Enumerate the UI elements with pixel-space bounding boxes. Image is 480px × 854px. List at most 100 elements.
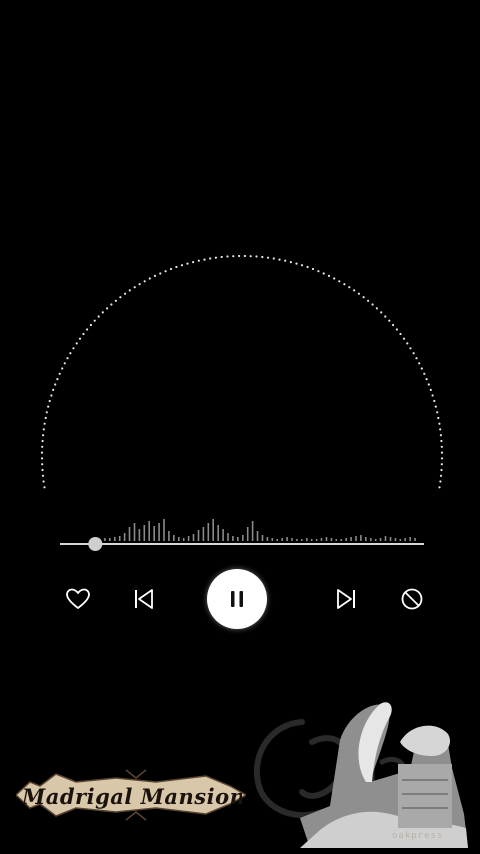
visualizer-dot xyxy=(437,416,440,420)
visualizer-dot xyxy=(41,474,45,477)
visualizer-dot xyxy=(143,280,146,283)
visualizer-dot xyxy=(367,299,370,302)
visualizer-dot xyxy=(380,311,383,314)
visualizer-dot xyxy=(56,378,59,381)
visualizer-dot xyxy=(327,274,331,277)
visualizer-dot xyxy=(261,255,264,259)
visualizer-dot xyxy=(409,347,412,350)
visualizer-dot xyxy=(42,434,45,437)
visualizer-dot xyxy=(425,378,428,381)
visualizer-dot xyxy=(159,272,162,275)
weeping-angel-statue xyxy=(300,702,468,848)
visualizer-dot xyxy=(433,399,436,403)
visualizer-dot xyxy=(423,372,426,375)
watermark-overlay: Madrigal Mansion oakpress xyxy=(0,690,480,854)
visualizer-dot xyxy=(415,357,418,360)
visualizer-dot xyxy=(272,257,275,260)
visualizer-dot xyxy=(289,261,292,264)
visualizer-dot xyxy=(333,277,336,280)
visualizer-dot xyxy=(371,303,374,306)
visualizer-dot xyxy=(438,422,441,425)
visualizer-dot xyxy=(388,319,391,322)
next-button[interactable] xyxy=(326,568,366,630)
visualizer-dot xyxy=(429,388,432,391)
visualizer-dot xyxy=(78,337,82,340)
visualizer-dot xyxy=(43,422,46,425)
visualizer-dot xyxy=(63,362,66,365)
waveform-bars xyxy=(99,519,416,541)
visualizer-dot xyxy=(214,256,217,259)
visualizer-dot xyxy=(101,311,104,314)
visualizer-dot xyxy=(124,292,127,295)
visualizer-dot xyxy=(41,445,44,448)
visualizer-dot xyxy=(44,416,47,420)
visualizer-dot xyxy=(75,342,78,345)
visualizer-dot xyxy=(82,332,85,336)
visualizer-dot xyxy=(375,307,378,310)
visualizer-dot xyxy=(440,463,443,466)
visualizer-dot xyxy=(133,286,136,289)
visualizer-dot xyxy=(392,323,395,327)
visualizer-dot xyxy=(41,463,44,466)
visualizer-dot xyxy=(255,255,258,258)
visualizer-dot xyxy=(267,256,270,259)
visualizer-dot xyxy=(41,439,44,443)
visualizer-dot xyxy=(192,261,195,264)
circular-dotted-visualizer xyxy=(40,254,444,489)
visualizer-dot xyxy=(399,332,402,336)
playback-controls xyxy=(0,568,480,630)
visualizer-dot xyxy=(164,270,167,273)
visualizer-dot xyxy=(278,258,281,261)
seek-thumb[interactable] xyxy=(88,537,103,551)
visualizer-dot xyxy=(114,299,117,302)
visualizer-dot xyxy=(41,468,44,472)
visualizer-dot xyxy=(110,303,113,306)
visualizer-dot xyxy=(440,445,443,448)
visualizer-dot xyxy=(220,255,223,259)
visualizer-dot xyxy=(45,411,48,414)
visualizer-dot xyxy=(440,457,444,460)
visualizer-dot xyxy=(42,480,45,483)
visualizer-dot xyxy=(232,255,235,258)
visualizer-dot xyxy=(197,259,200,262)
visualizer-dot xyxy=(338,280,341,283)
visualizer-dot xyxy=(169,267,173,271)
visualizer-dot xyxy=(295,262,298,265)
play-pause-circle[interactable] xyxy=(207,569,267,629)
visualizer-dot xyxy=(440,468,443,472)
skip-previous-icon xyxy=(135,589,153,609)
visualizer-dot xyxy=(402,337,406,340)
banner-text: Madrigal Mansion xyxy=(22,784,242,809)
like-button[interactable] xyxy=(58,568,98,630)
visualizer-dot xyxy=(66,357,69,360)
visualizer-dot xyxy=(439,474,443,477)
visualizer-dot xyxy=(436,411,439,414)
visualizer-dot xyxy=(72,347,75,350)
visualizer-dot xyxy=(440,439,443,443)
pause-icon xyxy=(231,591,243,607)
visualizer-dot xyxy=(238,254,241,258)
visualizer-dot xyxy=(418,362,421,365)
visualizer-dot xyxy=(362,296,365,299)
visualizer-dot xyxy=(439,434,442,437)
skip-next-icon xyxy=(337,589,355,609)
visualizer-dot xyxy=(384,315,387,318)
visualizer-dot xyxy=(61,367,64,370)
visualizer-dot xyxy=(395,328,398,331)
previous-button[interactable] xyxy=(124,568,164,630)
visualizer-dot xyxy=(353,289,356,292)
visualizer-dot xyxy=(86,328,89,331)
visualizer-dot xyxy=(306,265,309,269)
visualizer-dot xyxy=(209,257,212,260)
visualizer-dot xyxy=(434,405,437,408)
visualizer-dot xyxy=(226,255,229,258)
heart-outline-icon xyxy=(66,588,90,609)
visualizer-dot xyxy=(427,383,430,386)
block-button[interactable] xyxy=(392,568,432,630)
visualizer-dot xyxy=(438,486,441,489)
visualizer-dot xyxy=(52,388,55,391)
visualizer-dot xyxy=(153,274,157,277)
visualizer-dot xyxy=(89,323,92,327)
visualizer-dot xyxy=(180,264,184,267)
pause-button[interactable] xyxy=(206,568,268,630)
